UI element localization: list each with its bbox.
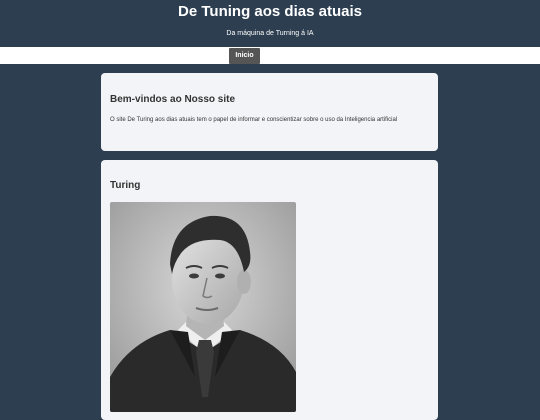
site-subtitle: Da máquina de Turning á IA — [226, 30, 314, 37]
navbar: Inicio — [0, 47, 540, 64]
welcome-text: O site De Turing aos dias atuais tem o p… — [110, 117, 398, 123]
site-title: De Tuning aos dias atuais — [178, 3, 362, 20]
turing-card: Turing — [101, 160, 438, 420]
turing-heading: Turing — [110, 180, 141, 191]
welcome-heading: Bem-vindos ao Nosso site — [110, 94, 236, 105]
site-header: De Tuning aos dias atuais Da máquina de … — [0, 0, 540, 47]
nav-item-inicio[interactable]: Inicio — [229, 48, 260, 64]
turing-portrait-image — [110, 202, 296, 412]
welcome-card: Bem-vindos ao Nosso site O site De Turin… — [101, 73, 438, 151]
